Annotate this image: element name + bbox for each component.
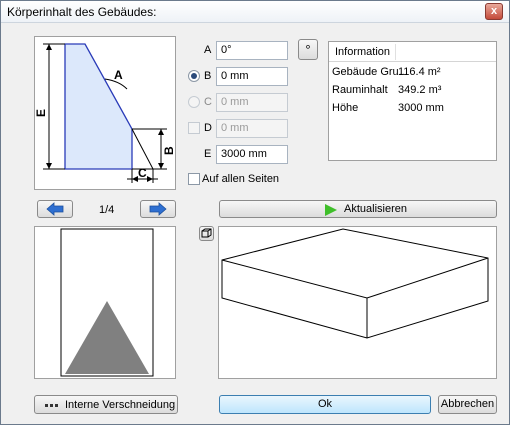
3d-view-panel[interactable]	[218, 226, 497, 379]
info-header: Information	[329, 42, 496, 62]
page-indicator: 1/4	[99, 204, 115, 216]
cancel-button[interactable]: Abbrechen	[438, 395, 497, 414]
field-c-label: C	[204, 96, 212, 108]
cube-icon	[201, 228, 212, 238]
all-sides-checkbox[interactable]	[188, 173, 200, 185]
field-d-label: D	[204, 122, 212, 134]
all-sides-label: Auf allen Seiten	[202, 173, 280, 185]
shape-diagram-panel: E A B C	[34, 36, 176, 190]
next-button[interactable]	[140, 200, 176, 218]
window-title: Körperinhalt des Gebäudes:	[7, 5, 157, 19]
list-item: Gebäude Gru... 116.4 m²	[332, 66, 441, 78]
field-a-label: A	[204, 44, 212, 56]
prev-button[interactable]	[37, 200, 73, 218]
label-a: A	[114, 68, 123, 82]
3d-box-view	[221, 228, 489, 339]
field-d-input[interactable]: 0 mm	[216, 119, 288, 138]
list-item: Rauminhalt 349.2 m³	[332, 84, 442, 96]
field-a-input[interactable]: 0°	[216, 41, 288, 60]
profile-preview	[60, 228, 154, 377]
field-b-radio[interactable]	[188, 70, 200, 82]
close-button[interactable]: x	[485, 3, 503, 20]
internal-intersection-button[interactable]: Interne Verschneidung	[34, 395, 178, 414]
play-icon	[325, 204, 337, 216]
field-e-input[interactable]: 3000 mm	[216, 145, 288, 164]
ok-button[interactable]: Ok	[219, 395, 431, 414]
field-e-label: E	[204, 148, 212, 160]
profile-preview-panel	[34, 226, 176, 379]
arrow-right-icon	[149, 202, 167, 216]
info-list: Information Gebäude Gru... 116.4 m² Raum…	[328, 41, 497, 161]
field-b-label: B	[204, 70, 212, 82]
field-c-input[interactable]: 0 mm	[216, 93, 288, 112]
label-c: C	[138, 166, 147, 180]
label-e: E	[35, 109, 48, 117]
shape-diagram: E A B C	[34, 43, 176, 183]
field-b-input[interactable]: 0 mm	[216, 67, 288, 86]
label-b: B	[162, 146, 175, 155]
list-item: Höhe 3000 mm	[332, 102, 444, 114]
update-button[interactable]: Aktualisieren	[219, 200, 497, 218]
view-cube-button[interactable]	[199, 226, 214, 241]
info-header-label: Information	[335, 46, 391, 58]
field-d-checkbox[interactable]	[188, 122, 200, 134]
degree-button[interactable]: °	[298, 39, 318, 60]
arrow-left-icon	[46, 202, 64, 216]
dialog-window: Körperinhalt des Gebäudes: x E A B C A 0…	[0, 0, 510, 425]
field-c-radio[interactable]	[188, 96, 200, 108]
dots-icon	[45, 404, 58, 407]
title-bar: Körperinhalt des Gebäudes: x	[1, 1, 509, 23]
